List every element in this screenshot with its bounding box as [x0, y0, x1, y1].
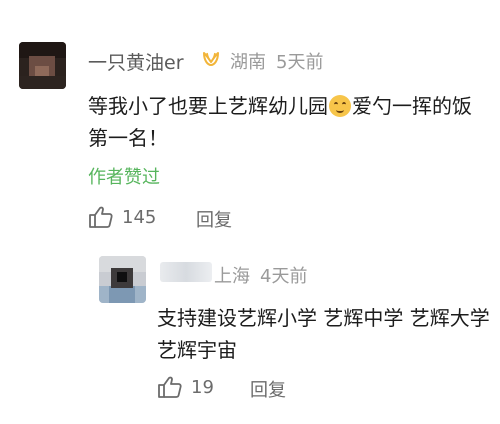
- comment-location: 湖南: [230, 52, 266, 73]
- reply-time: 4天前: [260, 266, 308, 287]
- reply-text: 支持建设艺辉小学 艺辉中学 艺辉大学 艺辉宇宙: [157, 306, 490, 362]
- smile-emoji-icon: [329, 95, 351, 117]
- username[interactable]: 一只黄油er: [88, 48, 184, 75]
- thumbs-up-icon: [89, 206, 113, 228]
- comment-time: 5天前: [276, 52, 324, 73]
- reply-reply-button[interactable]: 回复: [250, 376, 286, 402]
- reply-button[interactable]: 回复: [196, 206, 232, 232]
- user-badge-icon: [203, 52, 219, 66]
- like-button[interactable]: 145: [88, 205, 156, 229]
- reply-username-blurred[interactable]: [160, 262, 212, 282]
- reply-user-avatar[interactable]: [99, 256, 146, 303]
- user-avatar[interactable]: [19, 42, 66, 89]
- thumbs-up-icon: [158, 376, 182, 398]
- reply-meta: 上海 4天前: [214, 262, 307, 288]
- reply-like-button[interactable]: 19: [157, 375, 214, 399]
- author-liked-tag: 作者赞过: [88, 167, 160, 188]
- reply-location: 上海: [214, 266, 250, 287]
- comment-text: 等我小了也要上艺辉幼儿园 爱勺一挥的饭第一名！: [88, 90, 488, 154]
- comment-meta: 湖南 5天前: [230, 48, 323, 74]
- reply-like-count: 19: [191, 376, 214, 398]
- comment-text-part1: 等我小了也要上艺辉幼儿园: [88, 94, 328, 118]
- like-count: 145: [122, 206, 157, 228]
